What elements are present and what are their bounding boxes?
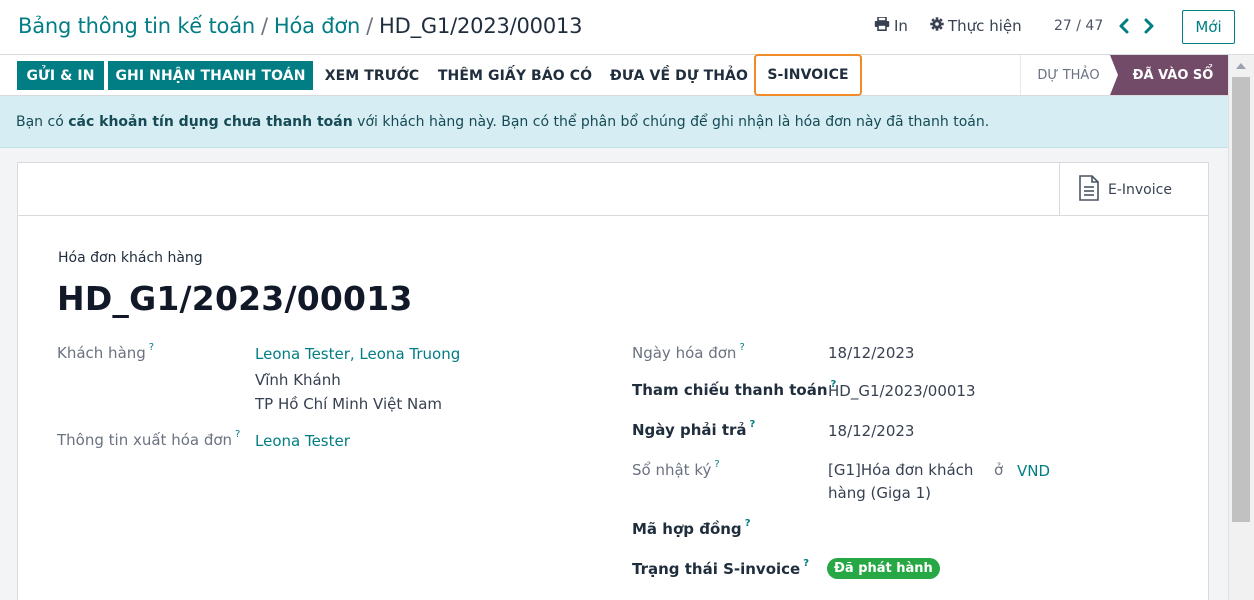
help-icon[interactable]: ? xyxy=(714,459,719,470)
document-type: Hóa đơn khách hàng xyxy=(58,250,203,266)
s-invoice-status-badge: Đã phát hành xyxy=(827,558,940,579)
breadcrumb: Bảng thông tin kế toán / Hóa đơn / HD_G1/202… xyxy=(18,14,583,38)
scroll-up-arrow-icon[interactable] xyxy=(1236,63,1246,69)
chevron-right-icon[interactable] xyxy=(1141,14,1157,38)
breadcrumb-accounting-dashboard[interactable]: Bảng thông tin kế toán xyxy=(18,14,255,38)
invoice-info-link[interactable]: Leona Tester xyxy=(255,432,350,450)
invoice-info-label: Thông tin xuất hóa đơn? xyxy=(57,429,241,449)
document-number: HD_G1/2023/00013 xyxy=(57,279,413,318)
add-credit-note-button[interactable]: THÊM GIẤY BÁO CÓ xyxy=(434,61,596,90)
scrollbar[interactable] xyxy=(1228,55,1254,600)
s-invoice-status-label: Trạng thái S-invoice? xyxy=(632,558,810,578)
unpaid-credits-alert: Bạn có các khoản tín dụng chưa thanh toá… xyxy=(0,96,1228,148)
s-invoice-button[interactable]: S-INVOICE xyxy=(754,54,862,96)
journal-in-text: ở xyxy=(994,461,1004,479)
help-icon[interactable]: ? xyxy=(739,342,744,353)
scroll-thumb[interactable] xyxy=(1232,77,1250,522)
invoice-date-label: Ngày hóa đơn? xyxy=(632,342,745,362)
invoice-date-value: 18/12/2023 xyxy=(828,344,915,362)
breadcrumb-invoices[interactable]: Hóa đơn xyxy=(274,14,360,38)
sheet-button-box: E-Invoice xyxy=(18,163,1208,216)
reset-to-draft-button[interactable]: ĐƯA VỀ DỰ THẢO xyxy=(606,61,752,90)
form-sheet: E-Invoice Hóa đơn khách hàng HD_G1/2023/… xyxy=(17,162,1209,600)
alert-credits-text: các khoản tín dụng chưa thanh toán xyxy=(68,114,353,130)
help-icon[interactable]: ? xyxy=(235,429,240,440)
send-print-button[interactable]: GỬI & IN xyxy=(17,61,104,90)
customer-address-line1: Vĩnh Khánh xyxy=(255,371,341,389)
customer-label: Khách hàng? xyxy=(57,342,155,362)
control-panel: Bảng thông tin kế toán / Hóa đơn / HD_G1/202… xyxy=(0,0,1254,55)
help-icon[interactable]: ? xyxy=(745,518,751,529)
payment-reference-value: HD_G1/2023/00013 xyxy=(828,382,976,400)
journal-value-line2: hàng (Giga 1) xyxy=(828,484,932,502)
document-icon xyxy=(1078,174,1100,205)
alert-prefix: Bạn có xyxy=(16,114,69,130)
journal-value-line1: [G1]Hóa đơn khách xyxy=(828,461,974,479)
customer-name-link[interactable]: Leona Tester, Leona Truong xyxy=(255,345,460,363)
preview-button[interactable]: XEM TRƯỚC xyxy=(320,61,424,90)
status-posted: ĐÃ VÀO SỔ xyxy=(1110,55,1228,95)
e-invoice-smart-button[interactable]: E-Invoice xyxy=(1059,163,1208,216)
form-buttonbar: GỬI & IN GHI NHẬN THANH TOÁN XEM TRƯỚC T… xyxy=(0,54,1228,96)
due-date-value: 18/12/2023 xyxy=(828,422,915,440)
action-menu-button[interactable]: Thực hiện xyxy=(930,17,1022,35)
e-invoice-label: E-Invoice xyxy=(1108,181,1172,198)
payment-reference-label: Tham chiếu thanh toán? xyxy=(632,379,837,399)
breadcrumb-separator: / xyxy=(366,14,374,38)
help-icon[interactable]: ? xyxy=(750,419,756,430)
help-icon[interactable]: ? xyxy=(149,342,154,353)
pager-value[interactable]: 27 / 47 xyxy=(1054,18,1103,34)
help-icon[interactable]: ? xyxy=(803,558,809,569)
alert-suffix: với khách hàng này. Bạn có thể phân bổ c… xyxy=(352,114,990,130)
gear-icon xyxy=(930,17,944,35)
register-payment-button[interactable]: GHI NHẬN THANH TOÁN xyxy=(108,61,313,90)
new-button[interactable]: Mới xyxy=(1182,10,1235,44)
contract-code-label: Mã hợp đồng? xyxy=(632,518,751,538)
print-button[interactable]: In xyxy=(874,16,908,35)
customer-address-line2: TP Hồ Chí Minh Việt Nam xyxy=(255,395,443,413)
breadcrumb-separator: / xyxy=(260,14,268,38)
journal-label: Sổ nhật ký? xyxy=(632,459,720,479)
currency-link[interactable]: VND xyxy=(1017,462,1050,480)
chevron-left-icon[interactable] xyxy=(1116,14,1132,38)
printer-icon xyxy=(874,16,890,35)
action-label: Thực hiện xyxy=(948,17,1022,35)
breadcrumb-current: HD_G1/2023/00013 xyxy=(379,14,583,38)
status-draft[interactable]: DỰ THẢO xyxy=(1020,55,1116,95)
due-date-label: Ngày phải trả? xyxy=(632,419,756,439)
print-label: In xyxy=(894,17,908,35)
